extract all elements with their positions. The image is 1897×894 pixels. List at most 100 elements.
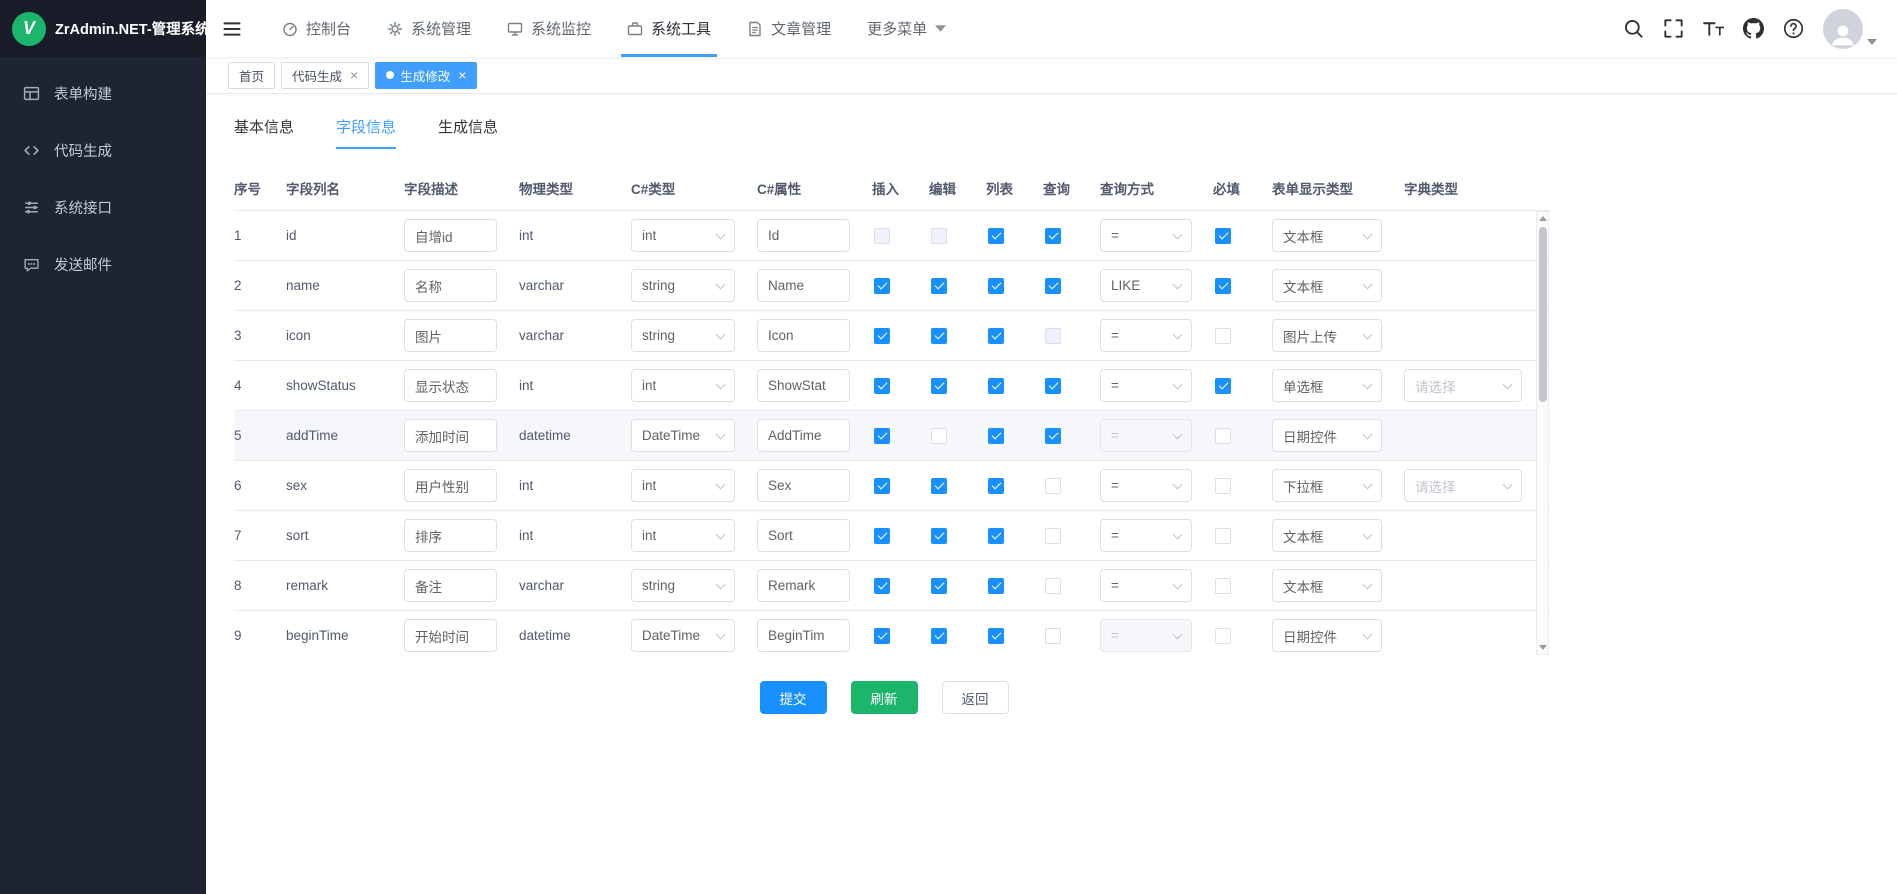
logo[interactable]: V ZrAdmin.NET-管理系统 (0, 0, 206, 57)
table-scrollbar[interactable] (1536, 211, 1549, 655)
query-checkbox[interactable] (1045, 328, 1061, 344)
query-checkbox[interactable] (1045, 528, 1061, 544)
sidebar-item-0[interactable]: 表单构建 (0, 65, 206, 122)
query-checkbox[interactable] (1045, 478, 1061, 494)
display-type-select[interactable]: 日期控件 (1272, 619, 1382, 652)
required-checkbox[interactable] (1215, 328, 1231, 344)
field-desc-input[interactable] (404, 419, 497, 452)
insert-checkbox[interactable] (874, 628, 890, 644)
query-checkbox[interactable] (1045, 228, 1061, 244)
close-icon[interactable]: × (458, 68, 466, 82)
csharp-type-select[interactable]: string (631, 569, 735, 602)
edit-checkbox[interactable] (931, 428, 947, 444)
github-icon[interactable] (1743, 18, 1764, 39)
csharp-type-select[interactable]: string (631, 269, 735, 302)
csharp-type-select[interactable]: int (631, 519, 735, 552)
topnav-item-3[interactable]: 系统工具 (613, 0, 725, 57)
avatar[interactable] (1823, 9, 1863, 49)
display-type-select[interactable]: 文本框 (1272, 569, 1382, 602)
query-method-select[interactable]: = (1100, 519, 1192, 552)
query-checkbox[interactable] (1045, 278, 1061, 294)
display-type-select[interactable]: 文本框 (1272, 269, 1382, 302)
field-desc-input[interactable] (404, 519, 497, 552)
edit-checkbox[interactable] (931, 628, 947, 644)
list-checkbox[interactable] (988, 278, 1004, 294)
required-checkbox[interactable] (1215, 378, 1231, 394)
display-type-select[interactable]: 文本框 (1272, 219, 1382, 252)
display-type-select[interactable]: 单选框 (1272, 369, 1382, 402)
tag-1[interactable]: 代码生成× (281, 62, 369, 89)
list-checkbox[interactable] (988, 478, 1004, 494)
user-menu[interactable] (1823, 9, 1877, 49)
csharp-type-select[interactable]: string (631, 319, 735, 352)
required-checkbox[interactable] (1215, 278, 1231, 294)
topnav-item-1[interactable]: 系统管理 (373, 0, 485, 57)
insert-checkbox[interactable] (874, 228, 890, 244)
topnav-item-5[interactable]: 更多菜单 (853, 0, 960, 57)
csharp-property-input[interactable] (757, 369, 850, 402)
fullscreen-icon[interactable] (1663, 18, 1684, 39)
csharp-property-input[interactable] (757, 319, 850, 352)
dict-type-select[interactable]: 请选择 (1404, 469, 1522, 502)
query-method-select[interactable]: = (1100, 219, 1192, 252)
query-method-select[interactable]: = (1100, 419, 1192, 452)
scroll-down-icon[interactable] (1539, 645, 1547, 650)
field-desc-input[interactable] (404, 569, 497, 602)
tag-2[interactable]: 生成修改× (375, 62, 477, 89)
topnav-item-0[interactable]: 控制台 (268, 0, 365, 57)
sidebar-item-3[interactable]: 发送邮件 (0, 236, 206, 293)
help-icon[interactable] (1783, 18, 1804, 39)
csharp-type-select[interactable]: int (631, 369, 735, 402)
font-size-icon[interactable] (1703, 18, 1724, 39)
topnav-item-4[interactable]: 文章管理 (733, 0, 845, 57)
csharp-type-select[interactable]: DateTime (631, 419, 735, 452)
display-type-select[interactable]: 下拉框 (1272, 469, 1382, 502)
field-desc-input[interactable] (404, 469, 497, 502)
required-checkbox[interactable] (1215, 478, 1231, 494)
field-desc-input[interactable] (404, 319, 497, 352)
back-button[interactable]: 返回 (942, 681, 1009, 714)
insert-checkbox[interactable] (874, 578, 890, 594)
list-checkbox[interactable] (988, 328, 1004, 344)
field-desc-input[interactable] (404, 219, 497, 252)
edit-checkbox[interactable] (931, 228, 947, 244)
display-type-select[interactable]: 日期控件 (1272, 419, 1382, 452)
query-method-select[interactable]: = (1100, 569, 1192, 602)
list-checkbox[interactable] (988, 228, 1004, 244)
edit-checkbox[interactable] (931, 578, 947, 594)
display-type-select[interactable]: 文本框 (1272, 519, 1382, 552)
required-checkbox[interactable] (1215, 578, 1231, 594)
close-icon[interactable]: × (350, 68, 358, 82)
csharp-property-input[interactable] (757, 569, 850, 602)
insert-checkbox[interactable] (874, 378, 890, 394)
edit-checkbox[interactable] (931, 378, 947, 394)
edit-checkbox[interactable] (931, 478, 947, 494)
search-icon[interactable] (1623, 18, 1644, 39)
scrollbar-thumb[interactable] (1539, 227, 1547, 402)
query-method-select[interactable]: = (1100, 469, 1192, 502)
csharp-property-input[interactable] (757, 219, 850, 252)
csharp-property-input[interactable] (757, 519, 850, 552)
topnav-item-2[interactable]: 系统监控 (493, 0, 605, 57)
list-checkbox[interactable] (988, 528, 1004, 544)
insert-checkbox[interactable] (874, 278, 890, 294)
insert-checkbox[interactable] (874, 528, 890, 544)
csharp-property-input[interactable] (757, 469, 850, 502)
submit-button[interactable]: 提交 (760, 681, 827, 714)
insert-checkbox[interactable] (874, 328, 890, 344)
query-method-select[interactable]: = (1100, 319, 1192, 352)
content-tab-0[interactable]: 基本信息 (234, 116, 294, 149)
query-checkbox[interactable] (1045, 428, 1061, 444)
list-checkbox[interactable] (988, 578, 1004, 594)
list-checkbox[interactable] (988, 428, 1004, 444)
field-desc-input[interactable] (404, 269, 497, 302)
query-checkbox[interactable] (1045, 378, 1061, 394)
list-checkbox[interactable] (988, 378, 1004, 394)
query-method-select[interactable]: LIKE (1100, 269, 1192, 302)
sidebar-item-1[interactable]: 代码生成 (0, 122, 206, 179)
display-type-select[interactable]: 图片上传 (1272, 319, 1382, 352)
refresh-button[interactable]: 刷新 (851, 681, 918, 714)
field-desc-input[interactable] (404, 369, 497, 402)
csharp-type-select[interactable]: int (631, 469, 735, 502)
csharp-property-input[interactable] (757, 619, 850, 652)
